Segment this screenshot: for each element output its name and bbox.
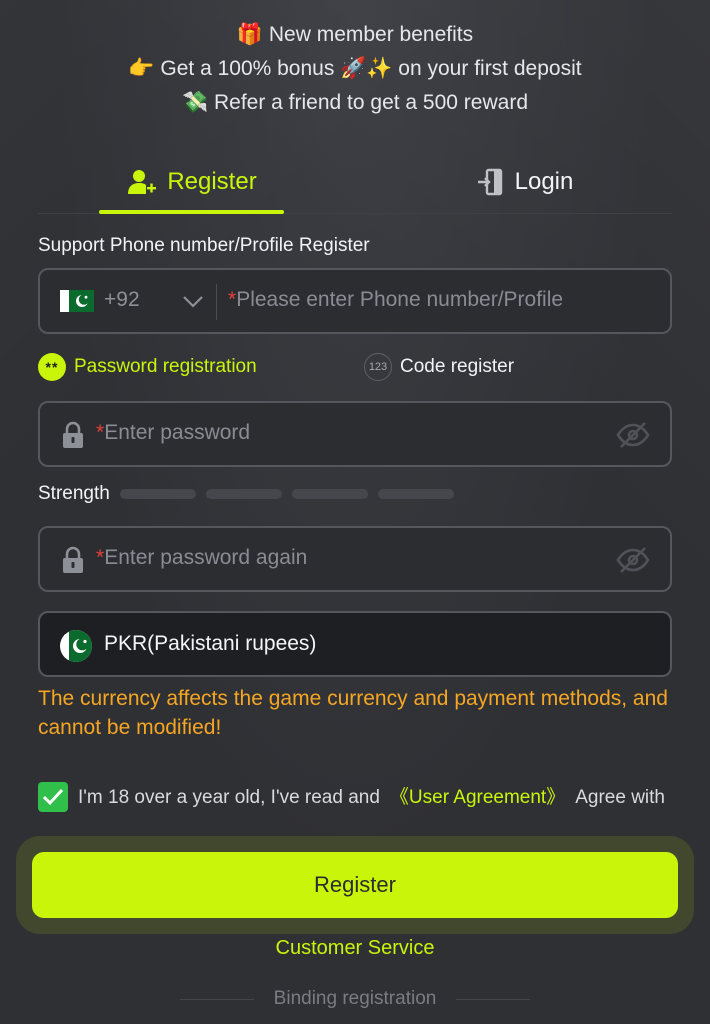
lock-icon [63,546,83,573]
currency-select[interactable]: PKR(Pakistani rupees) [38,611,672,677]
password-field: *Enter password [38,401,672,467]
field-divider [216,284,217,320]
new-member-benefits: 🎁 New member benefits 👉 Get a 100% bonus… [0,18,710,120]
register-button-glow: Register [16,836,694,934]
agreement-text-after: Agree with [575,787,665,808]
binding-registration: Binding registration [180,986,530,1012]
binding-registration-label[interactable]: Binding registration [274,988,437,1010]
password-mode-icon: ** [38,353,66,381]
required-mark: * [96,421,105,444]
phone-input[interactable]: *Please enter Phone number/Profile [228,288,563,312]
code-register-option[interactable]: 123 Code register [364,352,514,382]
pakistan-flag-icon[interactable] [60,290,94,312]
password-input[interactable]: *Enter password [96,421,250,445]
password-again-field: *Enter password again [38,526,672,592]
eye-off-icon[interactable] [616,421,650,449]
currency-label: PKR(Pakistani rupees) [104,632,317,655]
password-registration-option[interactable]: ** Password registration [38,352,257,382]
required-mark: * [96,546,105,569]
benefit-title: 🎁 New member benefits [236,23,474,46]
password-again-input[interactable]: *Enter password again [96,546,307,570]
password-placeholder: Enter password [104,421,251,444]
login-door-icon [477,168,502,196]
divider-left [180,998,254,1000]
checkmark-icon [42,788,64,806]
phone-placeholder: Please enter Phone number/Profile [236,288,564,311]
country-code[interactable]: +92 [104,288,140,312]
tab-register[interactable]: Register [100,150,284,214]
required-mark: * [228,288,237,311]
lock-icon [63,421,83,448]
strength-bar-2 [205,489,282,499]
currency-warning: The currency affects the game currency a… [38,687,668,739]
code-mode-label: Code register [400,356,515,377]
pakistan-flag-icon [60,630,92,662]
phone-section-label: Support Phone number/Profile Register [38,235,370,256]
eye-off-icon[interactable] [616,546,650,574]
password-again-placeholder: Enter password again [104,546,308,569]
strength-label: Strength [38,483,110,504]
auth-tabs: Register Login [38,150,672,214]
benefit-referral: 💸 Refer a friend to get a 500 reward [182,91,528,114]
chevron-down-icon[interactable] [182,292,204,310]
strength-bar-1 [119,489,196,499]
active-tab-indicator [99,210,284,214]
divider-right [456,998,530,1000]
tab-login[interactable]: Login [450,150,600,214]
tab-login-label: Login [514,168,574,195]
register-button[interactable]: Register [32,852,678,918]
agreement-checkbox[interactable] [38,782,68,812]
code-mode-icon: 123 [364,353,392,381]
password-mode-label: Password registration [74,356,257,377]
password-strength: Strength [38,483,454,505]
agreement-text-before: I'm 18 over a year old, I've read and [78,787,380,808]
strength-bar-3 [291,489,368,499]
tab-register-label: Register [167,168,257,195]
customer-service-link[interactable]: Customer Service [0,937,710,960]
agreement-text: I'm 18 over a year old, I've read and 《Us… [78,785,678,810]
benefit-bonus: 👉 Get a 100% bonus 🚀✨ on your first depo… [128,57,582,80]
strength-bar-4 [377,489,454,499]
user-agreement-link[interactable]: 《User Agreement》 [390,787,565,808]
add-user-icon [128,170,157,194]
phone-field: +92 *Please enter Phone number/Profile [38,268,672,334]
